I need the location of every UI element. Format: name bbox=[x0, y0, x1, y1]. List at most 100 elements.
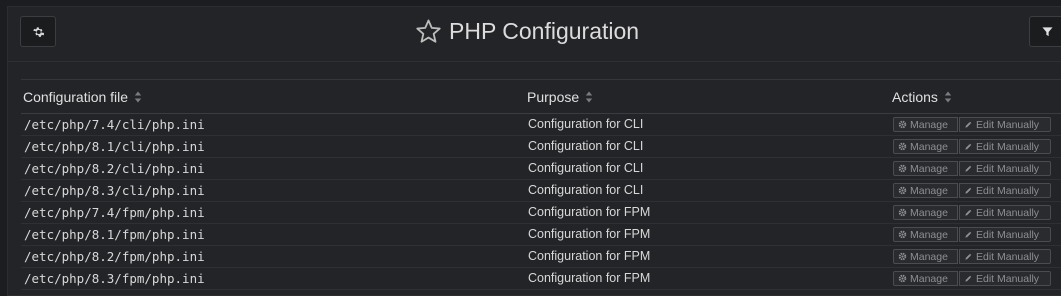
edit-manually-button[interactable]: Edit Manually bbox=[959, 139, 1051, 154]
table-body: /etc/php/7.4/cli/php.ini Configuration f… bbox=[21, 114, 1061, 290]
gear-icon bbox=[898, 252, 907, 261]
config-purpose: Configuration for FPM bbox=[528, 205, 651, 219]
edit-manually-label: Edit Manually bbox=[976, 250, 1040, 263]
edit-manually-label: Edit Manually bbox=[976, 118, 1040, 131]
manage-label: Manage bbox=[910, 206, 948, 219]
row-actions: Manage Edit Manually bbox=[893, 205, 1051, 220]
row-actions: Manage Edit Manually bbox=[893, 271, 1051, 286]
gear-icon bbox=[898, 186, 907, 195]
config-file-path[interactable]: /etc/php/7.4/fpm/php.ini bbox=[24, 202, 205, 223]
pencil-icon bbox=[964, 231, 972, 239]
manage-label: Manage bbox=[910, 250, 948, 263]
row-actions: Manage Edit Manually bbox=[893, 161, 1051, 176]
gear-icon bbox=[33, 26, 44, 37]
pencil-icon bbox=[964, 165, 972, 173]
config-purpose: Configuration for CLI bbox=[528, 161, 644, 175]
config-file-path[interactable]: /etc/php/8.3/fpm/php.ini bbox=[24, 268, 205, 289]
manage-button[interactable]: Manage bbox=[893, 161, 958, 176]
sort-icon bbox=[134, 91, 142, 102]
edit-manually-button[interactable]: Edit Manually bbox=[959, 205, 1051, 220]
edit-manually-button[interactable]: Edit Manually bbox=[959, 117, 1051, 132]
edit-manually-label: Edit Manually bbox=[976, 228, 1040, 241]
gear-icon bbox=[898, 164, 907, 173]
config-purpose: Configuration for FPM bbox=[528, 249, 651, 263]
column-header-purpose[interactable]: Purpose bbox=[527, 80, 593, 113]
filter-button[interactable] bbox=[1029, 16, 1061, 47]
config-purpose: Configuration for CLI bbox=[528, 117, 644, 131]
manage-button[interactable]: Manage bbox=[893, 227, 958, 242]
panel-header: PHP Configuration bbox=[8, 7, 1061, 62]
manage-button[interactable]: Manage bbox=[893, 205, 958, 220]
pencil-icon bbox=[964, 209, 972, 217]
edit-manually-label: Edit Manually bbox=[976, 272, 1040, 285]
pencil-icon bbox=[964, 121, 972, 129]
edit-manually-button[interactable]: Edit Manually bbox=[959, 183, 1051, 198]
manage-button[interactable]: Manage bbox=[893, 271, 958, 286]
pencil-icon bbox=[964, 187, 972, 195]
module-config-button[interactable] bbox=[20, 16, 56, 47]
row-actions: Manage Edit Manually bbox=[893, 117, 1051, 132]
manage-label: Manage bbox=[910, 228, 948, 241]
row-actions: Manage Edit Manually bbox=[893, 139, 1051, 154]
edit-manually-label: Edit Manually bbox=[976, 184, 1040, 197]
manage-button[interactable]: Manage bbox=[893, 117, 958, 132]
page-title: PHP Configuration bbox=[449, 17, 640, 44]
manage-label: Manage bbox=[910, 272, 948, 285]
edit-manually-label: Edit Manually bbox=[976, 206, 1040, 219]
column-label: Purpose bbox=[527, 88, 580, 105]
edit-manually-button[interactable]: Edit Manually bbox=[959, 227, 1051, 242]
config-file-path[interactable]: /etc/php/8.2/fpm/php.ini bbox=[24, 246, 205, 267]
gear-icon bbox=[898, 142, 907, 151]
config-file-path[interactable]: /etc/php/8.3/cli/php.ini bbox=[24, 180, 205, 201]
php-configuration-panel: PHP Configuration Configuration file Pur… bbox=[7, 6, 1061, 296]
edit-manually-label: Edit Manually bbox=[976, 140, 1040, 153]
table-row: /etc/php/8.1/cli/php.ini Configuration f… bbox=[21, 136, 1061, 158]
table-row: /etc/php/7.4/fpm/php.ini Configuration f… bbox=[21, 202, 1061, 224]
page-title-group: PHP Configuration bbox=[415, 16, 639, 46]
table-row: /etc/php/8.3/cli/php.ini Configuration f… bbox=[21, 180, 1061, 202]
gear-icon bbox=[898, 120, 907, 129]
manage-label: Manage bbox=[910, 184, 948, 197]
config-purpose: Configuration for CLI bbox=[528, 139, 644, 153]
config-file-path[interactable]: /etc/php/8.1/cli/php.ini bbox=[24, 136, 205, 157]
config-files-table: Configuration file Purpose Actions /etc/… bbox=[21, 79, 1061, 290]
config-file-path[interactable]: /etc/php/7.4/cli/php.ini bbox=[24, 114, 205, 135]
table-row: /etc/php/8.2/fpm/php.ini Configuration f… bbox=[21, 246, 1061, 268]
manage-label: Manage bbox=[910, 140, 948, 153]
sort-icon bbox=[944, 91, 952, 102]
manage-label: Manage bbox=[910, 162, 948, 175]
column-header-actions[interactable]: Actions bbox=[892, 80, 952, 113]
table-row: /etc/php/8.3/fpm/php.ini Configuration f… bbox=[21, 268, 1061, 290]
manage-label: Manage bbox=[910, 118, 948, 131]
manage-button[interactable]: Manage bbox=[893, 249, 958, 264]
config-purpose: Configuration for CLI bbox=[528, 183, 644, 197]
row-actions: Manage Edit Manually bbox=[893, 249, 1051, 264]
gear-icon bbox=[898, 208, 907, 217]
edit-manually-button[interactable]: Edit Manually bbox=[959, 271, 1051, 286]
sort-icon bbox=[585, 91, 593, 102]
config-file-path[interactable]: /etc/php/8.1/fpm/php.ini bbox=[24, 224, 205, 245]
table-header: Configuration file Purpose Actions bbox=[21, 79, 1061, 114]
edit-manually-button[interactable]: Edit Manually bbox=[959, 249, 1051, 264]
filter-icon bbox=[1041, 26, 1053, 36]
config-file-path[interactable]: /etc/php/8.2/cli/php.ini bbox=[24, 158, 205, 179]
gear-icon bbox=[898, 274, 907, 283]
manage-button[interactable]: Manage bbox=[893, 139, 958, 154]
column-label: Actions bbox=[892, 88, 938, 105]
edit-manually-button[interactable]: Edit Manually bbox=[959, 161, 1051, 176]
row-actions: Manage Edit Manually bbox=[893, 183, 1051, 198]
table-row: /etc/php/8.1/fpm/php.ini Configuration f… bbox=[21, 224, 1061, 246]
column-label: Configuration file bbox=[23, 88, 129, 105]
pencil-icon bbox=[964, 275, 972, 283]
pencil-icon bbox=[964, 253, 972, 261]
row-actions: Manage Edit Manually bbox=[893, 227, 1051, 242]
star-outline-icon[interactable] bbox=[415, 18, 442, 45]
table-row: /etc/php/8.2/cli/php.ini Configuration f… bbox=[21, 158, 1061, 180]
edit-manually-label: Edit Manually bbox=[976, 162, 1040, 175]
config-purpose: Configuration for FPM bbox=[528, 227, 651, 241]
pencil-icon bbox=[964, 143, 972, 151]
column-header-configuration-file[interactable]: Configuration file bbox=[23, 80, 142, 113]
config-purpose: Configuration for FPM bbox=[528, 271, 651, 285]
gear-icon bbox=[898, 230, 907, 239]
manage-button[interactable]: Manage bbox=[893, 183, 958, 198]
